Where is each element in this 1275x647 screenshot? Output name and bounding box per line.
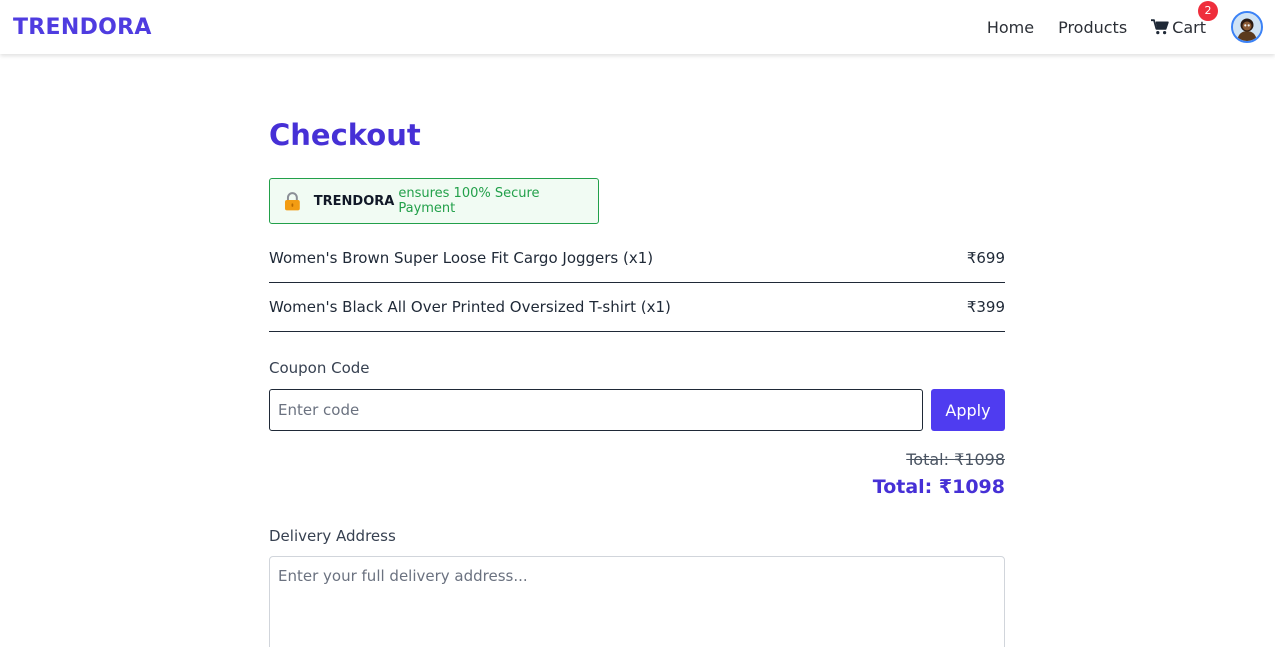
item-price: ₹399 (966, 298, 1005, 316)
cart-label: Cart (1172, 17, 1206, 37)
nav-links: Home Products Cart 2 (963, 0, 1263, 43)
delivery-address-input[interactable] (269, 556, 1005, 647)
order-item: Women's Brown Super Loose Fit Cargo Jogg… (269, 234, 1005, 283)
coupon-input[interactable] (269, 389, 923, 431)
item-price: ₹699 (966, 249, 1005, 267)
item-name: Women's Black All Over Printed Oversized… (269, 298, 671, 316)
secure-brand: TRENDORA (313, 193, 395, 209)
secure-payment-banner: TRENDORA ensures 100% Secure Payment (269, 178, 599, 224)
navbar: TRENDORA Home Products Cart 2 (0, 0, 1275, 54)
avatar[interactable] (1231, 11, 1263, 43)
delivery-address-label: Delivery Address (269, 527, 396, 545)
secure-text: ensures 100% Secure Payment (398, 186, 540, 216)
apply-coupon-button[interactable]: Apply (931, 389, 1005, 431)
avatar-icon (1233, 13, 1261, 41)
cart-icon (1151, 19, 1169, 35)
checkout-section: Checkout TRENDORA ensures 100% Secure Pa… (269, 116, 1005, 647)
totals: Total: ₹1098 Total: ₹1098 (269, 449, 1005, 501)
total-original: Total: ₹1098 (906, 450, 1005, 469)
item-name: Women's Brown Super Loose Fit Cargo Jogg… (269, 249, 654, 267)
lock-icon (284, 191, 300, 210)
order-items: Women's Brown Super Loose Fit Cargo Jogg… (269, 234, 1005, 332)
coupon-row: Apply (269, 389, 1005, 431)
nav-link-products[interactable]: Products (1058, 18, 1127, 37)
order-item: Women's Black All Over Printed Oversized… (269, 283, 1005, 332)
nav-link-home[interactable]: Home (987, 18, 1034, 37)
coupon-label: Coupon Code (269, 359, 370, 377)
cart-count-badge: 2 (1198, 0, 1218, 21)
nav-link-cart[interactable]: Cart 2 (1151, 0, 1218, 37)
total-final: Total: ₹1098 (872, 476, 1005, 498)
page-title: Checkout (269, 118, 421, 152)
brand-logo[interactable]: TRENDORA (13, 15, 152, 40)
